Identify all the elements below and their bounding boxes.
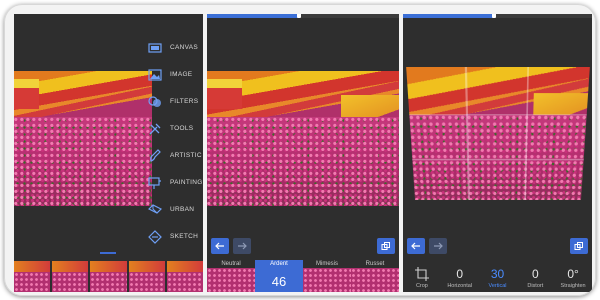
progress-fill bbox=[207, 14, 300, 18]
control-value: 30 bbox=[490, 267, 505, 281]
arrow-left-icon bbox=[215, 242, 224, 250]
control-value: 0° bbox=[567, 267, 579, 281]
filter-mimesis[interactable]: Mimesis bbox=[303, 260, 351, 292]
progress-fill bbox=[403, 14, 494, 18]
vertical-control[interactable]: 30 Vertical bbox=[479, 266, 517, 292]
menu-label: CANVAS bbox=[170, 44, 199, 51]
control-label: Straighten bbox=[560, 283, 586, 289]
tulip-photo bbox=[14, 71, 152, 206]
filter-label: Mimesis bbox=[316, 261, 338, 267]
main-menu-screen: CANVAS IMAGE FILTERS TOOLS ARTISTIC PAIN… bbox=[14, 14, 203, 292]
sketch-icon bbox=[148, 229, 162, 244]
image-icon bbox=[148, 68, 162, 81]
progress-bar bbox=[207, 14, 399, 18]
filter-strength-value: 46 bbox=[271, 274, 287, 289]
transform-screen: Crop 0 Horizontal 30 Vertical 0 Distort … bbox=[403, 14, 592, 292]
menu-label: PAINTING bbox=[170, 179, 203, 186]
thumbnail[interactable] bbox=[90, 261, 127, 292]
crop-icon bbox=[414, 267, 429, 281]
tulip-photo-transformed bbox=[406, 67, 590, 200]
filters-icon bbox=[148, 95, 161, 107]
filter-screen: Neutral Ardent 46 Mimesis Russet bbox=[207, 14, 399, 292]
filter-neutral[interactable]: Neutral bbox=[207, 260, 255, 292]
menu-label: TOOLS bbox=[170, 125, 194, 132]
redo-button[interactable] bbox=[429, 238, 447, 254]
artistic-icon bbox=[150, 148, 161, 162]
arrow-right-icon bbox=[434, 242, 443, 250]
undo-button[interactable] bbox=[211, 238, 229, 254]
painting-icon bbox=[148, 176, 161, 189]
arrow-left-icon bbox=[411, 242, 420, 250]
control-value: 0 bbox=[456, 267, 464, 281]
menu-item-filters[interactable]: FILTERS bbox=[144, 88, 203, 115]
straighten-control[interactable]: 0° Straighten bbox=[554, 266, 592, 292]
compare-icon bbox=[381, 242, 390, 250]
progress-knob[interactable] bbox=[297, 14, 302, 18]
redo-button[interactable] bbox=[233, 238, 251, 254]
menu-item-image[interactable]: IMAGE bbox=[144, 61, 203, 88]
thumbnail-strip bbox=[14, 261, 203, 292]
filter-label: Russet bbox=[365, 261, 385, 267]
urban-icon bbox=[148, 203, 162, 214]
arrow-right-icon bbox=[238, 242, 247, 250]
menu-label: ARTISTIC bbox=[170, 152, 202, 159]
screenshot-frame: CANVAS IMAGE FILTERS TOOLS ARTISTIC PAIN… bbox=[4, 4, 596, 296]
compare-button[interactable] bbox=[377, 238, 395, 254]
menu-item-urban[interactable]: URBAN bbox=[144, 196, 203, 223]
filter-russet[interactable]: Russet bbox=[351, 260, 399, 292]
menu-label: SKETCH bbox=[170, 233, 199, 240]
tulip-photo bbox=[207, 71, 399, 206]
compare-button[interactable] bbox=[570, 238, 588, 254]
transform-controls: Crop 0 Horizontal 30 Vertical 0 Distort … bbox=[403, 266, 592, 292]
control-label: Crop bbox=[415, 283, 428, 289]
thumbnail[interactable] bbox=[52, 261, 89, 292]
tools-icon bbox=[149, 123, 161, 134]
filter-row: Neutral Ardent 46 Mimesis Russet bbox=[207, 260, 399, 292]
thumbnail[interactable] bbox=[14, 261, 51, 292]
progress-knob[interactable] bbox=[491, 14, 496, 18]
progress-bar bbox=[403, 14, 592, 18]
filter-ardent[interactable]: Ardent 46 bbox=[255, 260, 303, 292]
menu-label: IMAGE bbox=[170, 71, 193, 78]
compare-icon bbox=[574, 242, 583, 250]
control-label: Distort bbox=[527, 283, 544, 289]
distort-control[interactable]: 0 Distort bbox=[516, 266, 554, 292]
sidebar-menu: CANVAS IMAGE FILTERS TOOLS ARTISTIC PAIN… bbox=[144, 34, 203, 250]
menu-label: URBAN bbox=[170, 206, 195, 213]
thumbnail[interactable] bbox=[166, 261, 203, 292]
undo-button[interactable] bbox=[407, 238, 425, 254]
menu-item-artistic[interactable]: ARTISTIC bbox=[144, 142, 203, 169]
filter-label: Ardent bbox=[270, 261, 288, 267]
menu-item-painting[interactable]: PAINTING bbox=[144, 169, 203, 196]
control-label: Horizontal bbox=[447, 283, 473, 289]
menu-item-sketch[interactable]: SKETCH bbox=[144, 223, 203, 250]
menu-item-tools[interactable]: TOOLS bbox=[144, 115, 203, 142]
thumbnail[interactable] bbox=[128, 261, 165, 292]
canvas-icon bbox=[148, 42, 162, 53]
control-label: Vertical bbox=[488, 283, 507, 289]
horizontal-control[interactable]: 0 Horizontal bbox=[441, 266, 479, 292]
drawer-handle[interactable] bbox=[100, 252, 116, 254]
menu-item-canvas[interactable]: CANVAS bbox=[144, 34, 203, 61]
menu-label: FILTERS bbox=[170, 98, 199, 105]
crop-control[interactable]: Crop bbox=[403, 266, 441, 292]
control-value: 0 bbox=[531, 267, 539, 281]
filter-label: Neutral bbox=[221, 261, 241, 267]
